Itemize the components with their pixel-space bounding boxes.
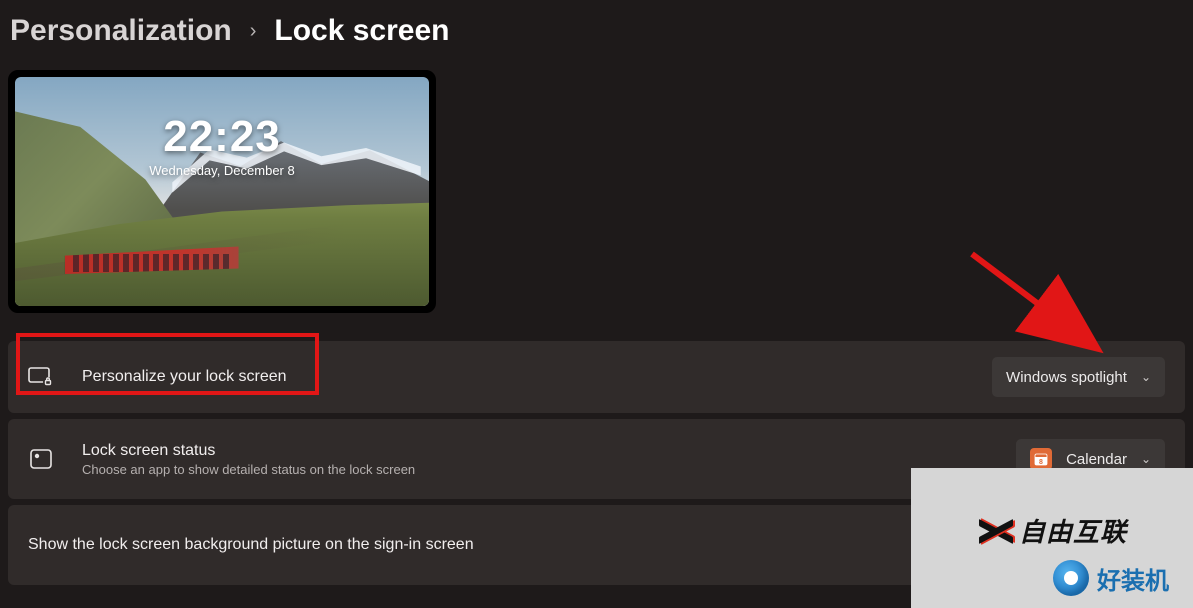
preview-time-text: 22:23 (15, 115, 429, 159)
dropdown-lockscreen-source-value: Windows spotlight (1006, 369, 1127, 386)
lockscreen-preview[interactable]: 22:23 Wednesday, December 8 (8, 70, 436, 313)
row-status-title: Lock screen status (82, 442, 1016, 460)
chevron-right-icon: › (250, 20, 257, 43)
breadcrumb-parent[interactable]: Personalization (10, 14, 232, 48)
dropdown-lockscreen-source[interactable]: Windows spotlight ⌄ (992, 357, 1165, 397)
breadcrumb: Personalization › Lock screen (0, 0, 1193, 48)
status-app-icon (28, 447, 54, 471)
chevron-down-icon: ⌄ (1141, 370, 1151, 384)
chevron-down-icon: ⌄ (1141, 452, 1151, 466)
calendar-icon: 8 (1030, 448, 1052, 470)
watermark-1-logo-icon (979, 516, 1013, 546)
row-status-subtitle: Choose an app to show detailed status on… (82, 462, 1016, 477)
watermark-2-text: 好装机 (1097, 561, 1169, 596)
watermark-overlay: 自由互联 好装机 (911, 468, 1193, 608)
preview-clock: 22:23 Wednesday, December 8 (15, 115, 429, 178)
watermark-1-text: 自由互联 (1019, 512, 1127, 549)
breadcrumb-current: Lock screen (274, 14, 449, 48)
preview-date-text: Wednesday, December 8 (15, 163, 429, 178)
svg-text:8: 8 (1039, 459, 1043, 466)
watermark-1: 自由互联 (979, 512, 1127, 549)
dropdown-status-app-value: Calendar (1066, 451, 1127, 468)
row-personalize-lockscreen[interactable]: Personalize your lock screen Windows spo… (8, 341, 1185, 413)
watermark-2-logo-icon (1053, 560, 1089, 596)
lockscreen-monitor-icon (28, 366, 54, 388)
watermark-2: 好装机 (1053, 560, 1169, 596)
row-personalize-title: Personalize your lock screen (82, 368, 992, 386)
